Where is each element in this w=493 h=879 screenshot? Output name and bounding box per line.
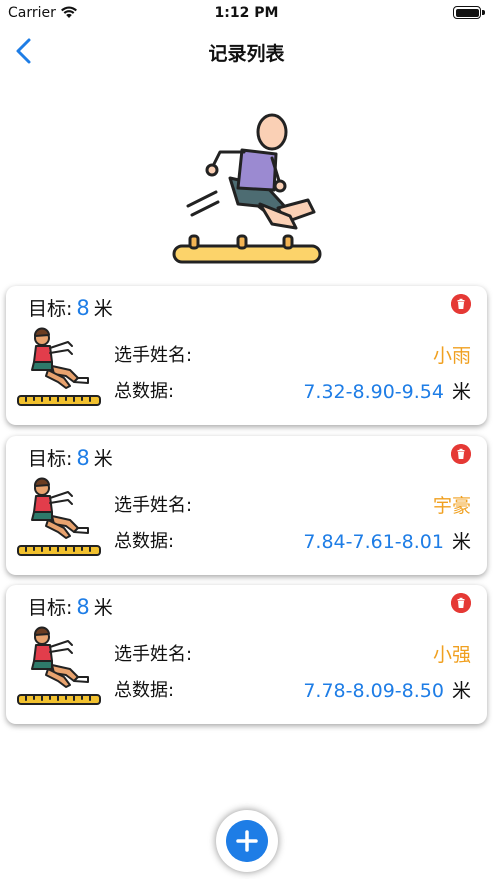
player-name-value: 小强 — [432, 644, 471, 666]
total-data-numbers: 7.78-8.09-8.50 — [303, 680, 444, 702]
player-name-label: 选手姓名: — [114, 495, 193, 516]
long-jump-athlete-icon — [17, 327, 101, 406]
player-name-label: 选手姓名: — [114, 345, 193, 366]
total-data-label: 总数据: — [114, 531, 175, 552]
goal-unit: 米 — [93, 448, 113, 470]
total-data-unit: 米 — [451, 680, 471, 702]
record-card[interactable]: 目标: 8 米 选手姓名: 小雨 总数据: 7.32-8.90-9.54 米 — [6, 286, 487, 425]
page-title: 记录列表 — [208, 43, 285, 65]
goal-value: 8 — [76, 595, 90, 619]
goal-label: 目标: — [28, 597, 73, 619]
plus-icon[interactable] — [226, 820, 268, 862]
goal-label: 目标: — [28, 298, 73, 320]
goal-unit: 米 — [93, 298, 113, 320]
battery-icon — [453, 6, 481, 19]
long-jump-athlete-icon — [17, 626, 101, 705]
total-data-numbers: 7.84-7.61-8.01 — [303, 531, 444, 553]
goal-row: 目标: 8 米 — [28, 444, 113, 471]
total-data-unit: 米 — [451, 381, 471, 403]
goal-unit: 米 — [93, 597, 113, 619]
player-name-value: 小雨 — [432, 345, 471, 367]
total-data-label: 总数据: — [114, 381, 175, 402]
status-bar: Carrier 1:12 PM — [0, 0, 493, 28]
add-record-button-ring — [216, 810, 278, 872]
total-data-value: 7.78-8.09-8.50 米 — [303, 676, 471, 703]
total-data-unit: 米 — [451, 531, 471, 553]
trash-icon[interactable] — [451, 294, 471, 314]
goal-label: 目标: — [28, 448, 73, 470]
goal-value: 8 — [76, 446, 90, 470]
clock: 1:12 PM — [214, 5, 279, 21]
total-data-value: 7.32-8.90-9.54 米 — [303, 377, 471, 404]
record-card[interactable]: 目标: 8 米 选手姓名: 小强 总数据: 7.78-8.09-8.50 米 — [6, 585, 487, 724]
trash-icon[interactable] — [451, 593, 471, 613]
long-jump-illustration — [172, 113, 322, 264]
battery-nub — [482, 10, 485, 15]
goal-row: 目标: 8 米 — [28, 593, 113, 620]
nav-bar: 记录列表 — [0, 28, 493, 74]
record-card[interactable]: 目标: 8 米 选手姓名: 宇豪 总数据: 7.84-7.61-8.01 米 — [6, 436, 487, 575]
total-data-value: 7.84-7.61-8.01 米 — [303, 527, 471, 554]
player-name-label: 选手姓名: — [114, 644, 193, 665]
goal-value: 8 — [76, 296, 90, 320]
total-data-label: 总数据: — [114, 680, 175, 701]
long-jump-athlete-icon — [17, 477, 101, 556]
goal-row: 目标: 8 米 — [28, 294, 113, 321]
total-data-numbers: 7.32-8.90-9.54 — [303, 381, 444, 403]
trash-icon[interactable] — [451, 444, 471, 464]
player-name-value: 宇豪 — [432, 495, 471, 517]
